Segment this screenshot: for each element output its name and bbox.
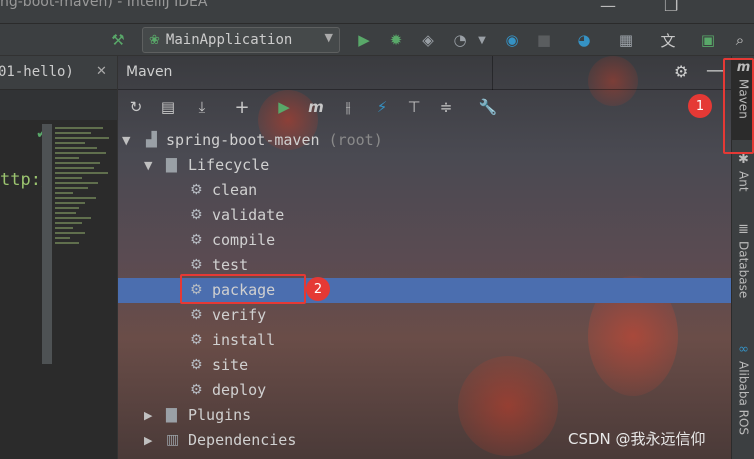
annotation-badge-1: 1: [688, 94, 712, 118]
gear-icon: ⚙: [190, 182, 203, 198]
gear-icon[interactable]: ⚙: [674, 62, 688, 81]
tree-node-lifecycle[interactable]: ▼ ▇ Lifecycle: [118, 153, 731, 178]
tool-window-tab-alibaba-ros[interactable]: ∞ Alibaba ROS: [732, 342, 754, 459]
tool-window-tab-ant[interactable]: ✱ Ant: [732, 152, 754, 208]
build-hammer-icon[interactable]: ⚒: [106, 28, 130, 52]
phase-label: verify: [212, 306, 267, 324]
title-bar: ng-boot-maven) - IntelliJ IDEA — ❐: [0, 0, 754, 24]
maven-panel-title: Maven: [126, 64, 173, 80]
editor-area: 01-hello) ✕ ✔ ttp:/: [0, 56, 118, 459]
gauge-icon[interactable]: ◉: [500, 28, 524, 52]
phase-label: clean: [212, 181, 258, 199]
maven-panel-header: Maven ⚙ —: [118, 56, 731, 90]
skip-tests-icon[interactable]: ⚡: [370, 95, 394, 119]
hide-panel-icon[interactable]: —: [706, 60, 724, 81]
editor-tab-title: 01-hello): [0, 64, 74, 80]
annotation-box-package: [180, 274, 306, 304]
annotation-box-maven-tab: [723, 58, 754, 154]
project-structure-icon[interactable]: ▦: [614, 28, 638, 52]
chevron-down-icon: ▼: [324, 31, 333, 44]
editor-breadcrumb-band: [0, 90, 117, 120]
coverage-icon[interactable]: ◈: [416, 28, 440, 52]
lifecycle-phase-verify[interactable]: ⚙ verify: [118, 303, 731, 328]
reload-icon[interactable]: ↻: [124, 95, 148, 119]
database-icon: ≣: [738, 222, 749, 237]
gear-icon: ⚙: [190, 332, 203, 348]
collapse-all-icon[interactable]: ≑: [434, 95, 458, 119]
ant-icon: ✱: [738, 152, 749, 167]
phase-label: install: [212, 331, 276, 349]
maven-project-icon: ▟: [146, 132, 157, 148]
folder-gear-icon: ▇: [166, 407, 177, 423]
gear-icon: ⚙: [190, 232, 203, 248]
lifecycle-phase-validate[interactable]: ⚙ validate: [118, 203, 731, 228]
project-suffix: (root): [328, 131, 383, 149]
project-name: spring-boot-maven: [166, 131, 320, 149]
update-icon[interactable]: ◕: [572, 28, 596, 52]
gear-icon: ⚙: [190, 382, 203, 398]
annotation-badge-2: 2: [306, 277, 330, 301]
add-icon[interactable]: +: [230, 95, 254, 119]
download-icon[interactable]: ⤓: [190, 95, 214, 119]
restore-button[interactable]: ❐: [664, 0, 678, 15]
gear-icon: ⚙: [190, 307, 203, 323]
lifecycle-label: Lifecycle: [188, 156, 270, 174]
profile-dropdown-icon[interactable]: ▼: [470, 28, 494, 52]
tool-window-label: Alibaba ROS: [736, 361, 751, 436]
lifecycle-phase-clean[interactable]: ⚙ clean: [118, 178, 731, 203]
tree-node-project[interactable]: ▼ ▟ spring-boot-maven (root): [118, 128, 731, 153]
dependencies-label: Dependencies: [188, 431, 297, 449]
alibaba-cloud-icon: ∞: [738, 342, 749, 357]
phase-label: deploy: [212, 381, 267, 399]
plugins-label: Plugins: [188, 406, 252, 424]
folder-gear-icon: ▇: [166, 157, 177, 173]
gear-icon: ⚙: [190, 257, 203, 273]
chevron-right-icon[interactable]: ▶: [144, 409, 152, 422]
lifecycle-phase-site[interactable]: ⚙ site: [118, 353, 731, 378]
run-config-label: MainApplication: [165, 32, 293, 48]
spring-icon: ❀: [149, 32, 160, 48]
toggle-offline-icon[interactable]: ⫲: [336, 95, 360, 119]
minimize-button[interactable]: —: [600, 0, 616, 15]
terminal-icon[interactable]: ▣: [696, 28, 720, 52]
editor-tab[interactable]: 01-hello) ✕: [0, 56, 117, 90]
phase-label: validate: [212, 206, 285, 224]
tool-window-label: Database: [736, 241, 751, 299]
lifecycle-phase-deploy[interactable]: ⚙ deploy: [118, 378, 731, 403]
phase-label: compile: [212, 231, 276, 249]
editor-scrollbar[interactable]: [42, 124, 52, 364]
watermark: CSDN @我永远信仰: [568, 430, 706, 448]
chevron-down-icon[interactable]: ▼: [122, 134, 130, 147]
gear-icon: ⚙: [190, 357, 203, 373]
lifecycle-phase-compile[interactable]: ⚙ compile: [118, 228, 731, 253]
translate-icon[interactable]: 文: [656, 28, 680, 52]
run-maven-icon[interactable]: ▶: [272, 95, 296, 119]
stop-icon[interactable]: ■: [532, 28, 556, 52]
dependencies-icon: ▥: [166, 432, 180, 448]
maven-toolbar: ↻ ▤ ⤓ + ▶ m ⫲ ⚡ ⊤ ≑ 🔧: [118, 92, 731, 122]
phase-label: test: [212, 256, 249, 274]
code-minimap: [55, 124, 115, 364]
lifecycle-phase-install[interactable]: ⚙ install: [118, 328, 731, 353]
tool-window-tab-database[interactable]: ≣ Database: [732, 222, 754, 312]
search-icon[interactable]: ⌕: [728, 28, 752, 52]
debug-icon[interactable]: ✹: [384, 28, 408, 52]
wrench-icon[interactable]: 🔧: [476, 95, 500, 119]
phase-label: site: [212, 356, 249, 374]
chevron-down-icon[interactable]: ▼: [144, 159, 152, 172]
main-toolbar: ⚒ ❀ MainApplication ▼ ▶ ✹ ◈ ◔ ▼ ◉ ■ ◕ ▦ …: [0, 24, 754, 56]
gear-icon: ⚙: [190, 207, 203, 223]
reload-folder-icon[interactable]: ▤: [156, 95, 180, 119]
run-config-selector[interactable]: ❀ MainApplication ▼: [142, 27, 340, 53]
profile-icon[interactable]: ◔: [448, 28, 472, 52]
tree-node-plugins[interactable]: ▶ ▇ Plugins: [118, 403, 731, 428]
execute-goal-icon[interactable]: m: [304, 95, 328, 119]
tool-window-label: Ant: [736, 171, 751, 192]
window-title: ng-boot-maven) - IntelliJ IDEA: [0, 0, 208, 10]
run-icon[interactable]: ▶: [352, 28, 376, 52]
show-dependencies-icon[interactable]: ⊤: [402, 95, 426, 119]
chevron-right-icon[interactable]: ▶: [144, 434, 152, 447]
maven-tool-window: Maven ⚙ — ↻ ▤ ⤓ + ▶ m ⫲ ⚡ ⊤ ≑ 🔧 ▼ ▟ spri…: [118, 56, 731, 459]
close-icon[interactable]: ✕: [96, 64, 107, 79]
